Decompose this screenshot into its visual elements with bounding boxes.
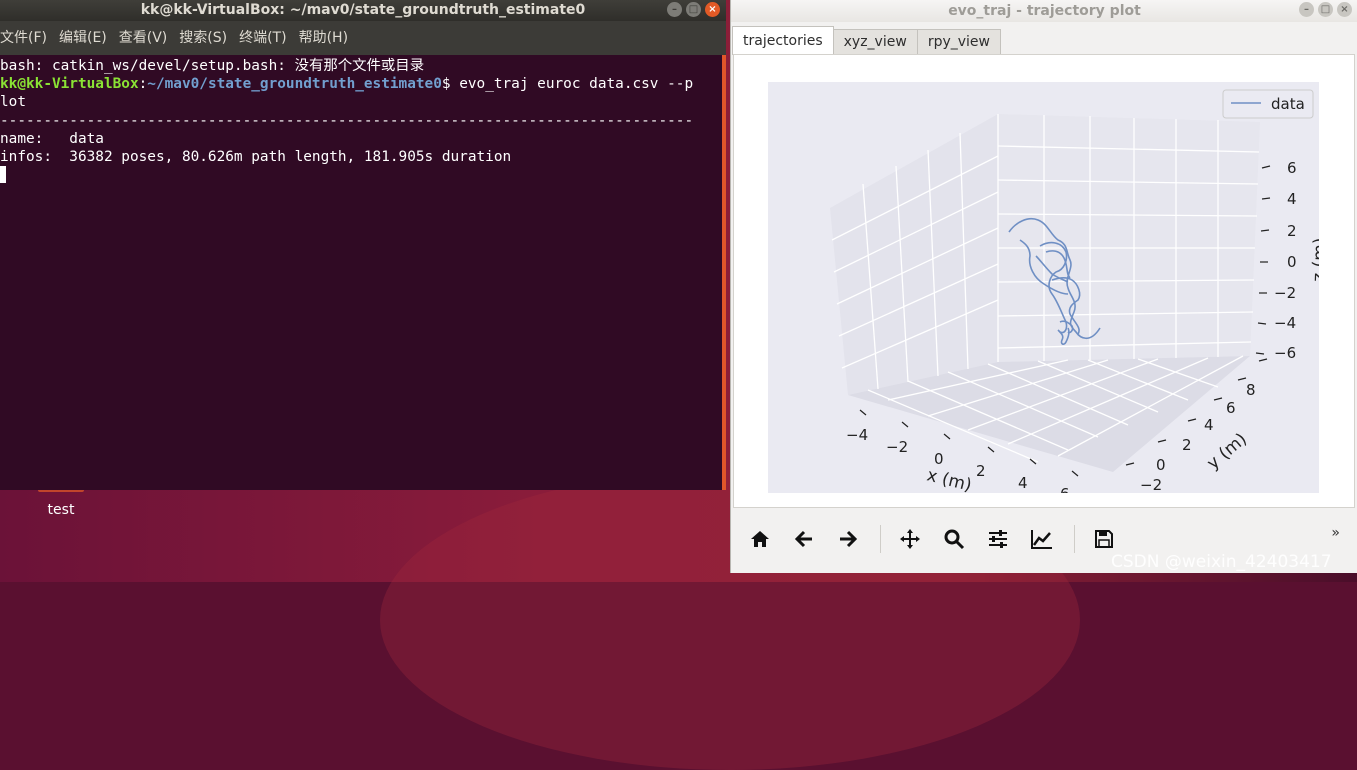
close-icon[interactable]: × [705, 2, 720, 17]
plot-window-title: evo_traj - trajectory plot [948, 3, 1141, 19]
menu-view[interactable]: 查看(V) [113, 21, 174, 55]
plot-window: evo_traj - trajectory plot – □ × traject… [730, 0, 1357, 573]
x-tick-label: 4 [1018, 474, 1028, 492]
y-tick-label: 8 [1246, 381, 1256, 399]
x-tick-label: 2 [976, 462, 986, 480]
watermark: CSDN @weixin_42403417 [1111, 552, 1332, 572]
zoom-icon[interactable] [939, 524, 969, 554]
edit-axis-icon[interactable] [1027, 524, 1057, 554]
plot-titlebar[interactable]: evo_traj - trajectory plot – □ × [731, 0, 1357, 22]
trajectory-3d-plot[interactable]: data −4 −2 0 2 4 6 −2 0 2 4 6 8 6 [768, 82, 1331, 503]
y-tick-label: 2 [1182, 436, 1192, 454]
desktop-icon-test[interactable]: test [38, 488, 84, 518]
left-pane [830, 114, 998, 395]
legend-label-data: data [1271, 95, 1305, 113]
z-tick-label: 4 [1287, 190, 1297, 208]
x-tick-label: −2 [886, 438, 908, 456]
plot-area[interactable]: data −4 −2 0 2 4 6 −2 0 2 4 6 8 6 [768, 82, 1331, 503]
prompt-user: kk@kk-VirtualBox [0, 76, 139, 93]
terminal-line: lot [0, 94, 26, 111]
tab-xyz-view[interactable]: xyz_view [832, 29, 918, 55]
terminal-output[interactable]: bash: catkin_ws/devel/setup.bash: 没有那个文件… [0, 55, 726, 185]
z-axis-label: z (m) [1309, 237, 1319, 282]
minimize-icon[interactable]: – [667, 2, 682, 17]
terminal-separator: ----------------------------------------… [0, 112, 694, 129]
menu-help[interactable]: 帮助(H) [293, 21, 354, 55]
forward-arrow-icon[interactable] [833, 524, 863, 554]
plot-tabs: trajectories xyz_view rpy_view [732, 26, 1001, 55]
terminal-cursor-line [0, 166, 726, 185]
maximize-icon[interactable]: □ [1318, 2, 1333, 17]
menu-edit[interactable]: 编辑(E) [53, 21, 113, 55]
x-tick-label: 0 [934, 450, 944, 468]
tab-rpy-view[interactable]: rpy_view [916, 29, 1001, 55]
z-tick-label: −2 [1274, 284, 1296, 302]
prompt-colon: : [138, 76, 148, 93]
home-icon[interactable] [745, 524, 775, 554]
y-tick-label: 4 [1204, 416, 1214, 434]
menu-terminal[interactable]: 终端(T) [233, 21, 292, 55]
prompt-path: ~/mav0/state_groundtruth_estimate0 [147, 76, 442, 93]
z-tick-label: 0 [1287, 253, 1297, 271]
x-axis-label: x (m) [925, 465, 974, 493]
z-tick-label: 2 [1287, 222, 1297, 240]
save-icon[interactable] [1089, 524, 1119, 554]
terminal-title: kk@kk-VirtualBox: ~/mav0/state_groundtru… [140, 2, 586, 18]
z-tick-label: 6 [1287, 159, 1297, 177]
desktop-icon-label: test [47, 502, 75, 518]
x-tick-label: 6 [1060, 485, 1070, 493]
text-cursor [0, 166, 6, 184]
prompt-command: $ evo_traj euroc data.csv --p [441, 76, 694, 93]
z-tick-label: −4 [1274, 314, 1296, 332]
terminal-line: bash: catkin_ws/devel/setup.bash: 没有那个文件… [0, 58, 425, 74]
menu-file[interactable]: 文件(F) [0, 21, 53, 55]
terminal-menubar: 文件(F) 编辑(E) 查看(V) 搜索(S) 终端(T) 帮助(H) [0, 21, 726, 55]
y-tick-label: −2 [1140, 476, 1162, 493]
x-tick-label: −4 [846, 426, 868, 444]
terminal-line: name: data [0, 130, 104, 147]
toolbar-separator [880, 525, 881, 553]
terminal-line: infos: 36382 poses, 80.626m path length,… [0, 149, 512, 166]
terminal-prompt-line: kk@kk-VirtualBox:~/mav0/state_groundtrut… [0, 75, 726, 93]
tab-trajectories[interactable]: trajectories [732, 26, 834, 55]
terminal-window: kk@kk-VirtualBox: ~/mav0/state_groundtru… [0, 0, 726, 490]
menu-search[interactable]: 搜索(S) [173, 21, 233, 55]
toolbar-separator [1074, 525, 1075, 553]
close-icon[interactable]: × [1337, 2, 1352, 17]
terminal-scrollbar[interactable] [722, 55, 726, 490]
back-arrow-icon[interactable] [789, 524, 819, 554]
toolbar-overflow-button[interactable]: » [1331, 525, 1340, 541]
y-tick-label: 0 [1156, 456, 1166, 474]
pan-icon[interactable] [895, 524, 925, 554]
terminal-titlebar[interactable]: kk@kk-VirtualBox: ~/mav0/state_groundtru… [0, 0, 726, 21]
y-tick-label: 6 [1226, 399, 1236, 417]
tab-panel: data −4 −2 0 2 4 6 −2 0 2 4 6 8 6 [733, 54, 1355, 508]
minimize-icon[interactable]: – [1299, 2, 1314, 17]
configure-subplots-icon[interactable] [983, 524, 1013, 554]
z-tick-label: −6 [1274, 344, 1296, 362]
legend: data [1222, 89, 1314, 119]
y-axis-label: y (m) [1203, 429, 1251, 473]
maximize-icon[interactable]: □ [686, 2, 701, 17]
